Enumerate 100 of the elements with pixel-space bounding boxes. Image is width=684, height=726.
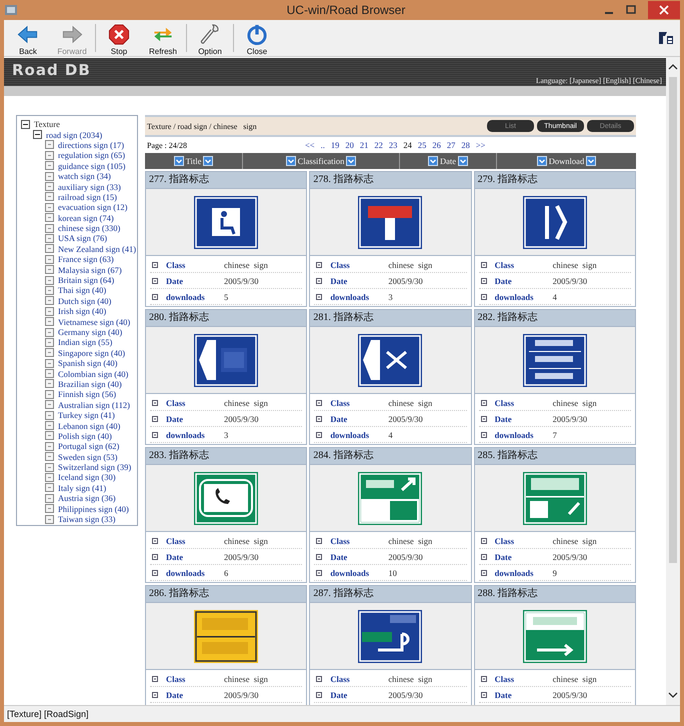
card-title[interactable]: 280. 指路标志 xyxy=(146,310,306,327)
tree-item[interactable]: France sign (63) xyxy=(58,254,114,264)
close-button[interactable]: Close xyxy=(235,20,279,56)
tree-item[interactable]: Texture xyxy=(34,119,60,130)
page-link[interactable]: 26 xyxy=(432,140,441,150)
tree-item[interactable]: Singapore sign (40) xyxy=(58,348,126,358)
tree-item[interactable]: Vietnamese sign (40) xyxy=(58,316,130,327)
field-value: chinese sign xyxy=(552,674,597,684)
page-link[interactable]: .. xyxy=(320,140,325,150)
tree-item[interactable]: railroad sign (15) xyxy=(58,192,118,202)
tree-item[interactable]: Portugal sign (62) xyxy=(58,441,120,452)
tree-item[interactable]: korean sign (74) xyxy=(58,212,114,223)
card-title[interactable]: 284. 指路标志 xyxy=(310,448,471,465)
sort-icon[interactable] xyxy=(586,156,596,166)
tree-item[interactable]: auxiliary sign (33) xyxy=(58,182,121,192)
column-header[interactable]: Date xyxy=(440,156,456,166)
leaf-icon xyxy=(45,421,54,430)
tree-item[interactable]: directions sign (17) xyxy=(58,140,124,150)
field-value: chinese sign xyxy=(388,674,432,684)
scrollbar[interactable] xyxy=(666,57,680,705)
card-title[interactable]: 288. 指路标志 xyxy=(474,586,635,603)
tree-item[interactable]: Turkey sign (41) xyxy=(58,410,115,420)
tree-item[interactable]: Irish sign (40) xyxy=(58,306,106,316)
page-link[interactable]: 24 xyxy=(403,140,412,150)
tree-item[interactable]: evacuation sign (12) xyxy=(58,202,128,212)
card-title[interactable]: 278. 指路标志 xyxy=(310,172,471,189)
column-header[interactable]: Download xyxy=(548,156,584,166)
page-link[interactable]: 20 xyxy=(345,140,354,150)
card-title[interactable]: 282. 指路标志 xyxy=(474,310,635,327)
sort-icon[interactable] xyxy=(428,156,438,166)
collapse-icon[interactable] xyxy=(33,130,42,140)
tree-item[interactable]: guidance sign (105) xyxy=(58,160,126,171)
option-button[interactable]: Option xyxy=(188,20,232,56)
close-window-button[interactable] xyxy=(648,1,680,19)
sort-icon[interactable] xyxy=(536,156,547,166)
tree-item[interactable]: Australian sign (112) xyxy=(58,400,130,410)
tree-item[interactable]: Dutch sign (40) xyxy=(58,296,112,306)
tree-item[interactable]: Thai sign (40) xyxy=(58,285,106,296)
tree-item[interactable]: Spanish sign (40) xyxy=(58,358,118,368)
tree-item[interactable]: Lebanon sign (40) xyxy=(58,420,120,431)
tree-item[interactable]: Polish sign (40) xyxy=(58,430,112,441)
tree-item[interactable]: Philippines sign (40) xyxy=(58,504,129,514)
page-link[interactable]: 27 xyxy=(446,140,456,150)
back-button[interactable]: Back xyxy=(6,20,50,56)
tree-item[interactable]: Sweden sign (53) xyxy=(58,452,118,462)
collapse-icon[interactable] xyxy=(21,120,30,129)
field-value: chinese sign xyxy=(388,398,432,408)
column-header[interactable]: Classification xyxy=(298,156,344,166)
page-link[interactable]: 23 xyxy=(388,140,398,150)
tree-item[interactable]: Indian sign (55) xyxy=(58,337,112,348)
tree-item[interactable]: Switzerland sign (39) xyxy=(58,462,132,472)
sort-icon[interactable] xyxy=(458,156,468,166)
page-link[interactable]: 21 xyxy=(360,140,368,150)
tree-item[interactable]: chinese sign (330) xyxy=(58,223,120,234)
sort-icon[interactable] xyxy=(203,156,214,166)
leaf-icon xyxy=(45,348,54,358)
tree-item[interactable]: Taiwan sign (33) xyxy=(58,514,116,524)
tree-item[interactable]: Brazilian sign (40) xyxy=(58,378,122,389)
tree-item[interactable]: New Zealand sign (41) xyxy=(58,244,136,254)
leaf-icon xyxy=(45,161,54,170)
tree-item[interactable]: Malaysia sign (67) xyxy=(58,264,122,275)
page-link[interactable]: << xyxy=(305,140,315,150)
field-value: 2005/9/30 xyxy=(224,552,258,562)
tree-item[interactable]: Germany sign (40) xyxy=(58,327,122,337)
refresh-button[interactable]: Refresh xyxy=(141,20,185,56)
tree-item[interactable]: Italy sign (41) xyxy=(58,482,106,493)
card-title[interactable]: 285. 指路标志 xyxy=(474,448,635,465)
tree-item[interactable]: watch sign (34) xyxy=(58,171,111,182)
leaf-icon xyxy=(45,410,54,420)
scroll-down-icon[interactable] xyxy=(668,691,678,699)
page-link[interactable]: 25 xyxy=(418,140,426,150)
field-label: Class xyxy=(494,536,516,546)
card-title[interactable]: 277. 指路标志 xyxy=(146,172,306,189)
tree-item[interactable]: road sign (2034) xyxy=(46,130,102,140)
sort-icon[interactable] xyxy=(346,156,356,166)
stop-button[interactable]: Stop xyxy=(97,20,141,56)
page-link[interactable]: 19 xyxy=(330,140,340,150)
card-title[interactable]: 287. 指路标志 xyxy=(310,586,471,603)
column-header[interactable]: Title xyxy=(186,156,202,166)
sort-icon[interactable] xyxy=(174,156,184,166)
tree-item[interactable]: Austria sign (36) xyxy=(58,493,116,504)
card-title[interactable]: 279. 指路标志 xyxy=(474,172,635,189)
field-label: downloads xyxy=(494,292,534,302)
tree-item[interactable]: Finnish sign (56) xyxy=(58,389,116,400)
tree-item[interactable]: USA sign (76) xyxy=(58,233,108,244)
tree-item[interactable]: regulation sign (65) xyxy=(58,150,126,160)
card-title[interactable]: 286. 指路标志 xyxy=(146,586,306,603)
card-title[interactable]: 283. 指路标志 xyxy=(146,448,306,465)
tree-item[interactable]: Britain sign (64) xyxy=(58,275,114,286)
page-link[interactable]: 28 xyxy=(461,140,470,150)
maximize-icon[interactable] xyxy=(626,5,636,15)
page-link[interactable]: >> xyxy=(476,140,486,150)
leaf-icon xyxy=(45,244,54,254)
scroll-up-icon[interactable] xyxy=(668,63,678,71)
tree-item[interactable]: Colombian sign (40) xyxy=(58,368,128,379)
card-title[interactable]: 281. 指路标志 xyxy=(310,310,471,327)
page-link[interactable]: 22 xyxy=(374,140,383,150)
sort-icon[interactable] xyxy=(286,156,296,166)
bullet-icon xyxy=(480,400,487,406)
tree-item[interactable]: Iceland sign (30) xyxy=(58,472,116,482)
